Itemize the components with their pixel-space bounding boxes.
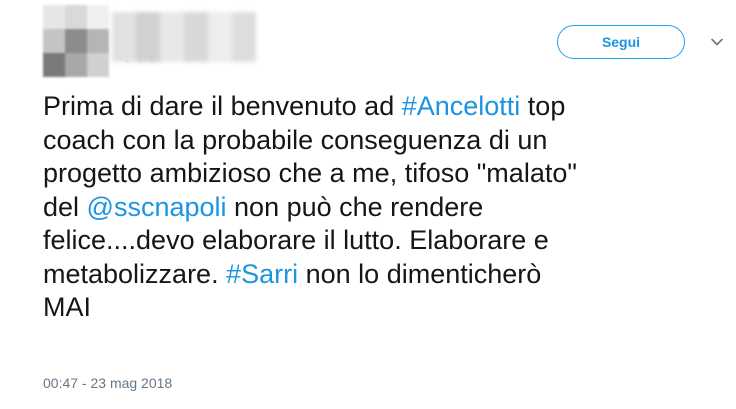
chevron-down-icon[interactable]: [709, 34, 725, 50]
tweet-line: metabolizzare. #Sarri non lo dimenticher…: [43, 258, 733, 292]
text-segment: del: [43, 191, 87, 222]
text-segment: non lo dimenticherò: [298, 258, 542, 289]
hashtag-sarri-link[interactable]: #Sarri: [226, 259, 298, 289]
text-segment: top: [520, 91, 566, 121]
author-name-redacted[interactable]: [112, 12, 256, 62]
tweet-timestamp[interactable]: 00:47 - 23 mag 2018: [43, 375, 172, 391]
tweet-text: Prima di dare il benvenuto ad #Ancelotti…: [43, 90, 733, 325]
text-segment: metabolizzare.: [43, 258, 227, 289]
tweet-line: coach con la probabile conseguenza di un: [43, 124, 548, 155]
follow-button[interactable]: Segui: [557, 25, 685, 59]
text-segment: non può che rendere: [226, 191, 484, 222]
tweet-line: Prima di dare il benvenuto ad #Ancelotti…: [43, 90, 733, 124]
author-handle-redacted: · · ·: [126, 56, 157, 67]
tweet-line: del @sscnapoli non può che rendere: [43, 191, 733, 225]
tweet-line: felice....devo elaborare il lutto. Elabo…: [43, 225, 549, 255]
text-segment: Prima di dare il benvenuto ad: [43, 91, 402, 121]
tweet-line: progetto ambizioso che a me, tifoso "mal…: [43, 158, 577, 188]
hashtag-ancelotti-link[interactable]: #Ancelotti: [402, 91, 521, 121]
avatar[interactable]: [43, 5, 109, 77]
mention-sscnapoli-link[interactable]: @sscnapoli: [87, 192, 227, 222]
tweet-line: MAI: [43, 292, 92, 322]
